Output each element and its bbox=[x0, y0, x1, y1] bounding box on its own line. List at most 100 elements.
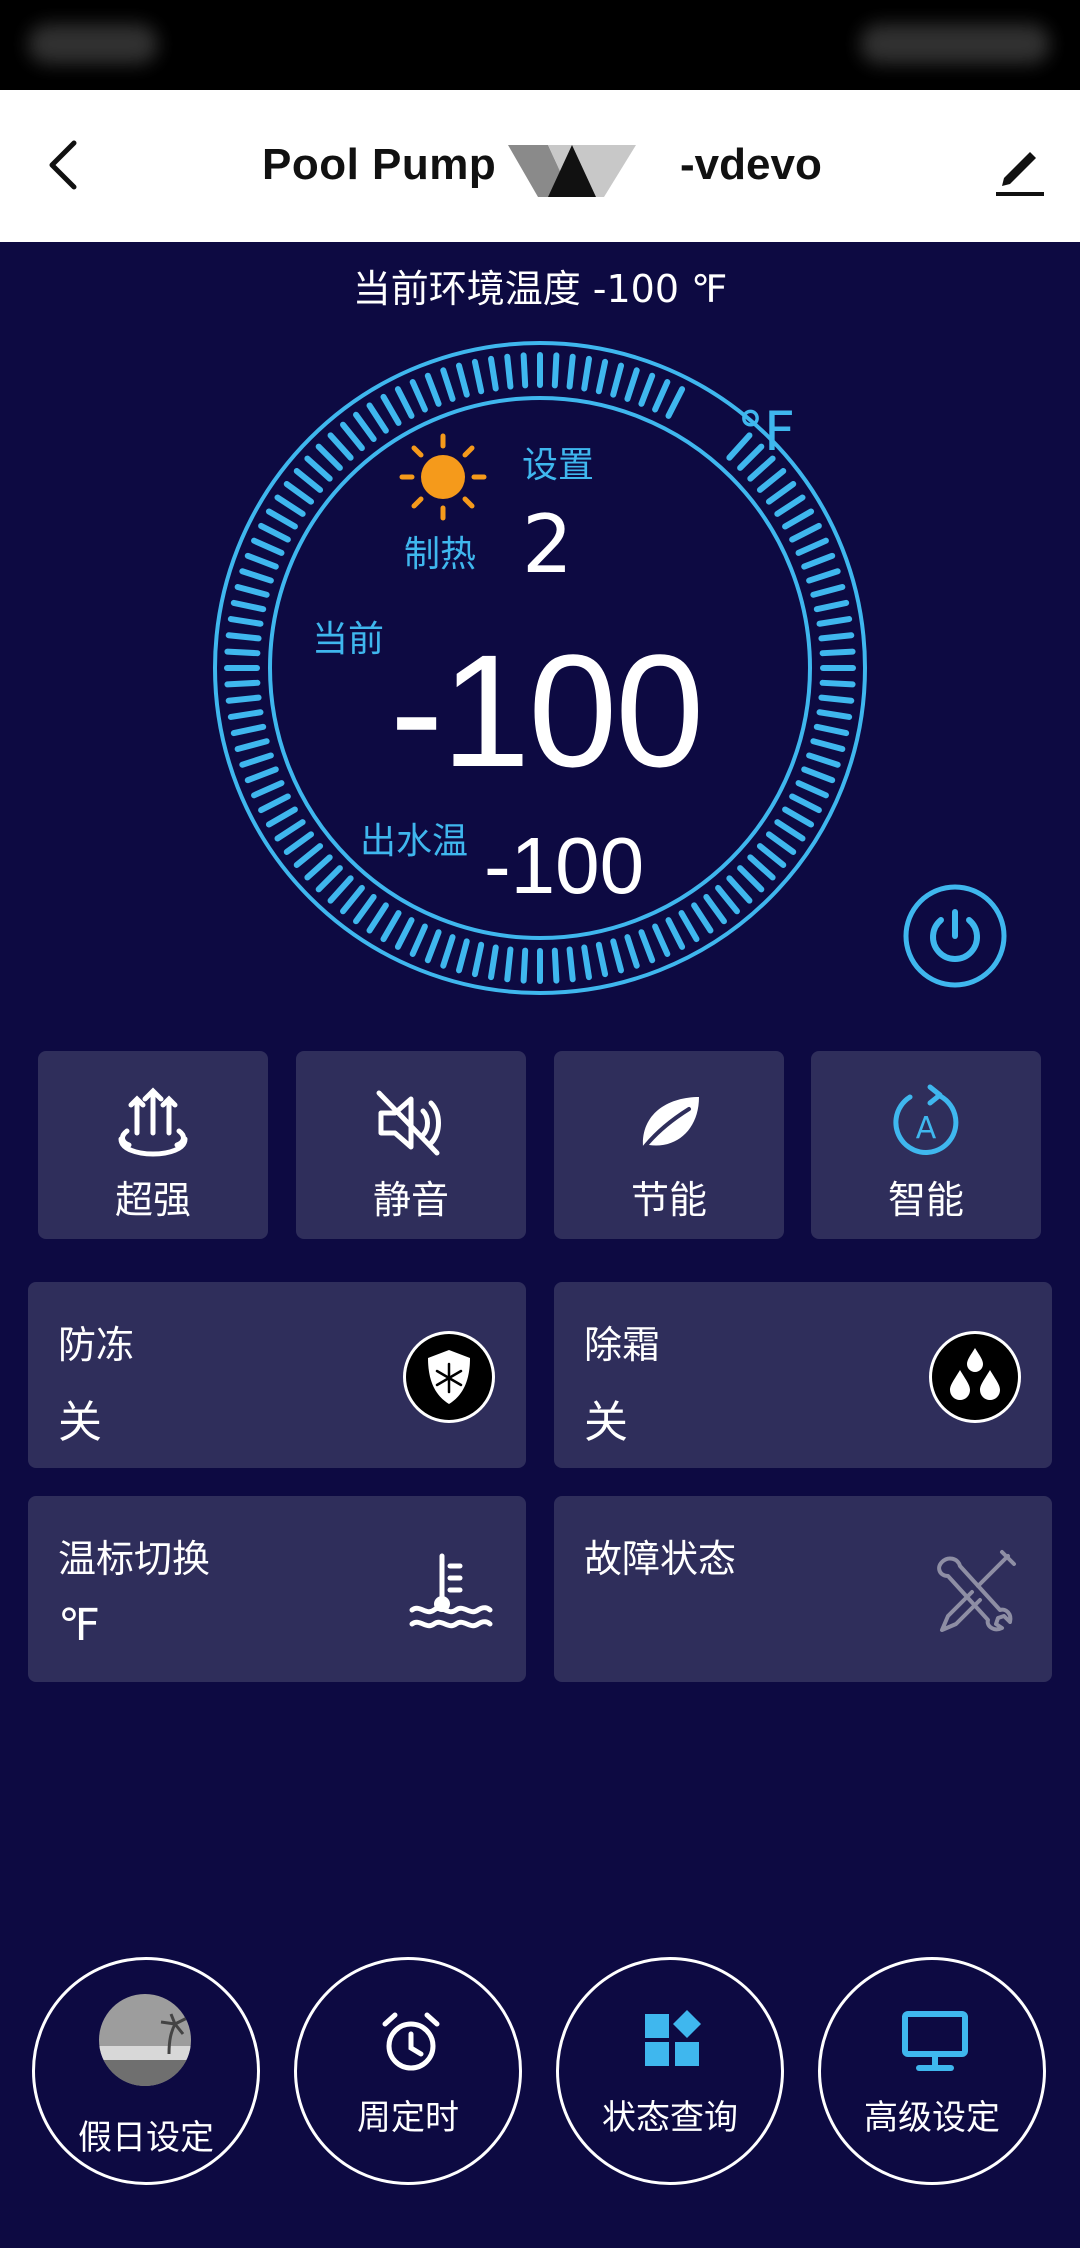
dial-tick bbox=[409, 923, 428, 957]
dial-tick bbox=[806, 752, 841, 768]
dial-tick bbox=[471, 941, 485, 978]
dial-tick bbox=[455, 938, 470, 974]
mode-silent-label: 静音 bbox=[372, 1178, 449, 1222]
dial-tick bbox=[340, 421, 365, 452]
dial-tick bbox=[765, 481, 797, 505]
mode-label: 制热 bbox=[404, 534, 477, 575]
dial-tick bbox=[225, 632, 262, 642]
dial-tick bbox=[595, 941, 609, 978]
fault-status-card[interactable]: 故障状态 bbox=[554, 1496, 1052, 1682]
dial-tick bbox=[488, 355, 499, 392]
dial-tick bbox=[756, 843, 787, 868]
dial-tick bbox=[801, 766, 836, 784]
dial-tick bbox=[774, 819, 806, 842]
antifreeze-card[interactable]: 防冻 关 bbox=[28, 1282, 526, 1468]
dial-tick bbox=[638, 929, 656, 964]
dial-tick bbox=[409, 379, 428, 413]
mode-smart-button[interactable]: A 智能 bbox=[811, 1051, 1041, 1239]
holiday-setting-label: 假日设定 bbox=[78, 2118, 214, 2158]
status-bar bbox=[0, 0, 1080, 90]
dial-tick bbox=[652, 923, 671, 957]
dial-tick bbox=[315, 443, 343, 471]
dial-tick bbox=[624, 367, 640, 402]
dial-tick bbox=[327, 432, 354, 461]
dial-tick bbox=[566, 946, 576, 983]
dial-tick bbox=[239, 752, 274, 768]
dial-tick bbox=[795, 780, 829, 799]
antifreeze-status: 关 bbox=[58, 1397, 102, 1448]
dial-tick bbox=[394, 917, 415, 950]
unit-switch-value: ℉ bbox=[58, 1600, 100, 1651]
back-arrow-icon[interactable] bbox=[36, 135, 96, 195]
dial-tick bbox=[224, 679, 261, 688]
dial-tick bbox=[819, 679, 856, 688]
dial-tick bbox=[258, 793, 291, 814]
dial-tick bbox=[230, 599, 267, 613]
weekly-timer-button[interactable]: 周定时 bbox=[294, 1957, 522, 2185]
dial-tick bbox=[251, 537, 285, 556]
unit-switch-card[interactable]: 温标切换 ℉ bbox=[28, 1496, 526, 1682]
dial-tick bbox=[795, 537, 829, 556]
dial-tick bbox=[274, 819, 306, 842]
dial-tick bbox=[394, 386, 415, 419]
water-thermometer-icon bbox=[409, 1553, 493, 1629]
mode-eco-label: 节能 bbox=[630, 1178, 707, 1222]
dial-tick bbox=[471, 358, 485, 395]
dial-tick bbox=[366, 902, 389, 934]
current-temperature-value: -100 bbox=[390, 621, 704, 800]
dial-tick bbox=[234, 583, 270, 598]
dial-tick bbox=[258, 522, 291, 543]
dial-tick bbox=[304, 854, 333, 881]
power-button[interactable] bbox=[903, 884, 1007, 988]
status-query-button[interactable]: 状态查询 bbox=[556, 1957, 784, 2185]
unit-switch-title: 温标切换 bbox=[58, 1537, 211, 1581]
dial-tick bbox=[665, 386, 686, 419]
holiday-setting-button[interactable]: 假日设定 bbox=[32, 1957, 260, 2185]
mode-eco-button[interactable]: 节能 bbox=[554, 1051, 784, 1239]
dial-tick bbox=[230, 723, 267, 737]
holiday-beach-icon bbox=[99, 1994, 191, 2086]
defrost-card[interactable]: 除霜 关 bbox=[554, 1282, 1052, 1468]
svg-text:A: A bbox=[916, 1111, 937, 1146]
set-temperature-value: 2 bbox=[522, 498, 573, 591]
monitor-icon bbox=[902, 2011, 968, 2071]
dial-tick bbox=[380, 910, 402, 943]
status-grid-icon bbox=[645, 2010, 701, 2066]
dial-tick bbox=[801, 552, 836, 570]
dial-tick bbox=[327, 875, 354, 904]
dial-tick bbox=[816, 616, 853, 627]
dial-tick bbox=[813, 599, 850, 613]
dial-tick bbox=[665, 917, 686, 950]
dial-tick bbox=[610, 362, 625, 398]
dial-tick bbox=[504, 353, 514, 390]
dial-tick bbox=[293, 468, 324, 493]
auto-mode-icon: A bbox=[893, 1084, 959, 1155]
mode-turbo-button[interactable]: 超强 bbox=[38, 1051, 268, 1239]
mode-turbo-label: 超强 bbox=[114, 1178, 191, 1222]
dial-tick bbox=[244, 552, 279, 570]
edit-pencil-icon[interactable] bbox=[990, 138, 1050, 198]
dial-tick bbox=[293, 843, 324, 868]
snowflake-shield-icon bbox=[403, 1331, 495, 1423]
mode-silent-button[interactable]: 静音 bbox=[296, 1051, 526, 1239]
weekly-timer-label: 周定时 bbox=[357, 2098, 459, 2138]
defrost-title: 除霜 bbox=[584, 1323, 661, 1367]
dial-tick bbox=[353, 411, 377, 443]
dial-tick bbox=[782, 806, 815, 828]
device-title-suffix: -vdevo bbox=[680, 140, 822, 189]
advanced-settings-button[interactable]: 高级设定 bbox=[818, 1957, 1046, 2185]
dial-tick bbox=[239, 568, 274, 584]
dial-tick bbox=[610, 938, 625, 974]
dial-tick bbox=[224, 648, 261, 657]
dial-tick bbox=[551, 352, 560, 389]
unit-indicator: °F bbox=[737, 400, 796, 463]
dial-tick bbox=[703, 893, 727, 925]
dial-tick bbox=[715, 884, 740, 915]
dial-tick bbox=[638, 372, 656, 407]
wrench-screwdriver-icon bbox=[937, 1550, 1016, 1632]
dial-tick bbox=[806, 568, 841, 584]
dial-tick bbox=[581, 355, 592, 392]
device-title: Pool Pump bbox=[262, 140, 497, 189]
dial-tick bbox=[265, 508, 298, 530]
ambient-temperature: 当前环境温度 -100 ℉ bbox=[352, 267, 728, 311]
